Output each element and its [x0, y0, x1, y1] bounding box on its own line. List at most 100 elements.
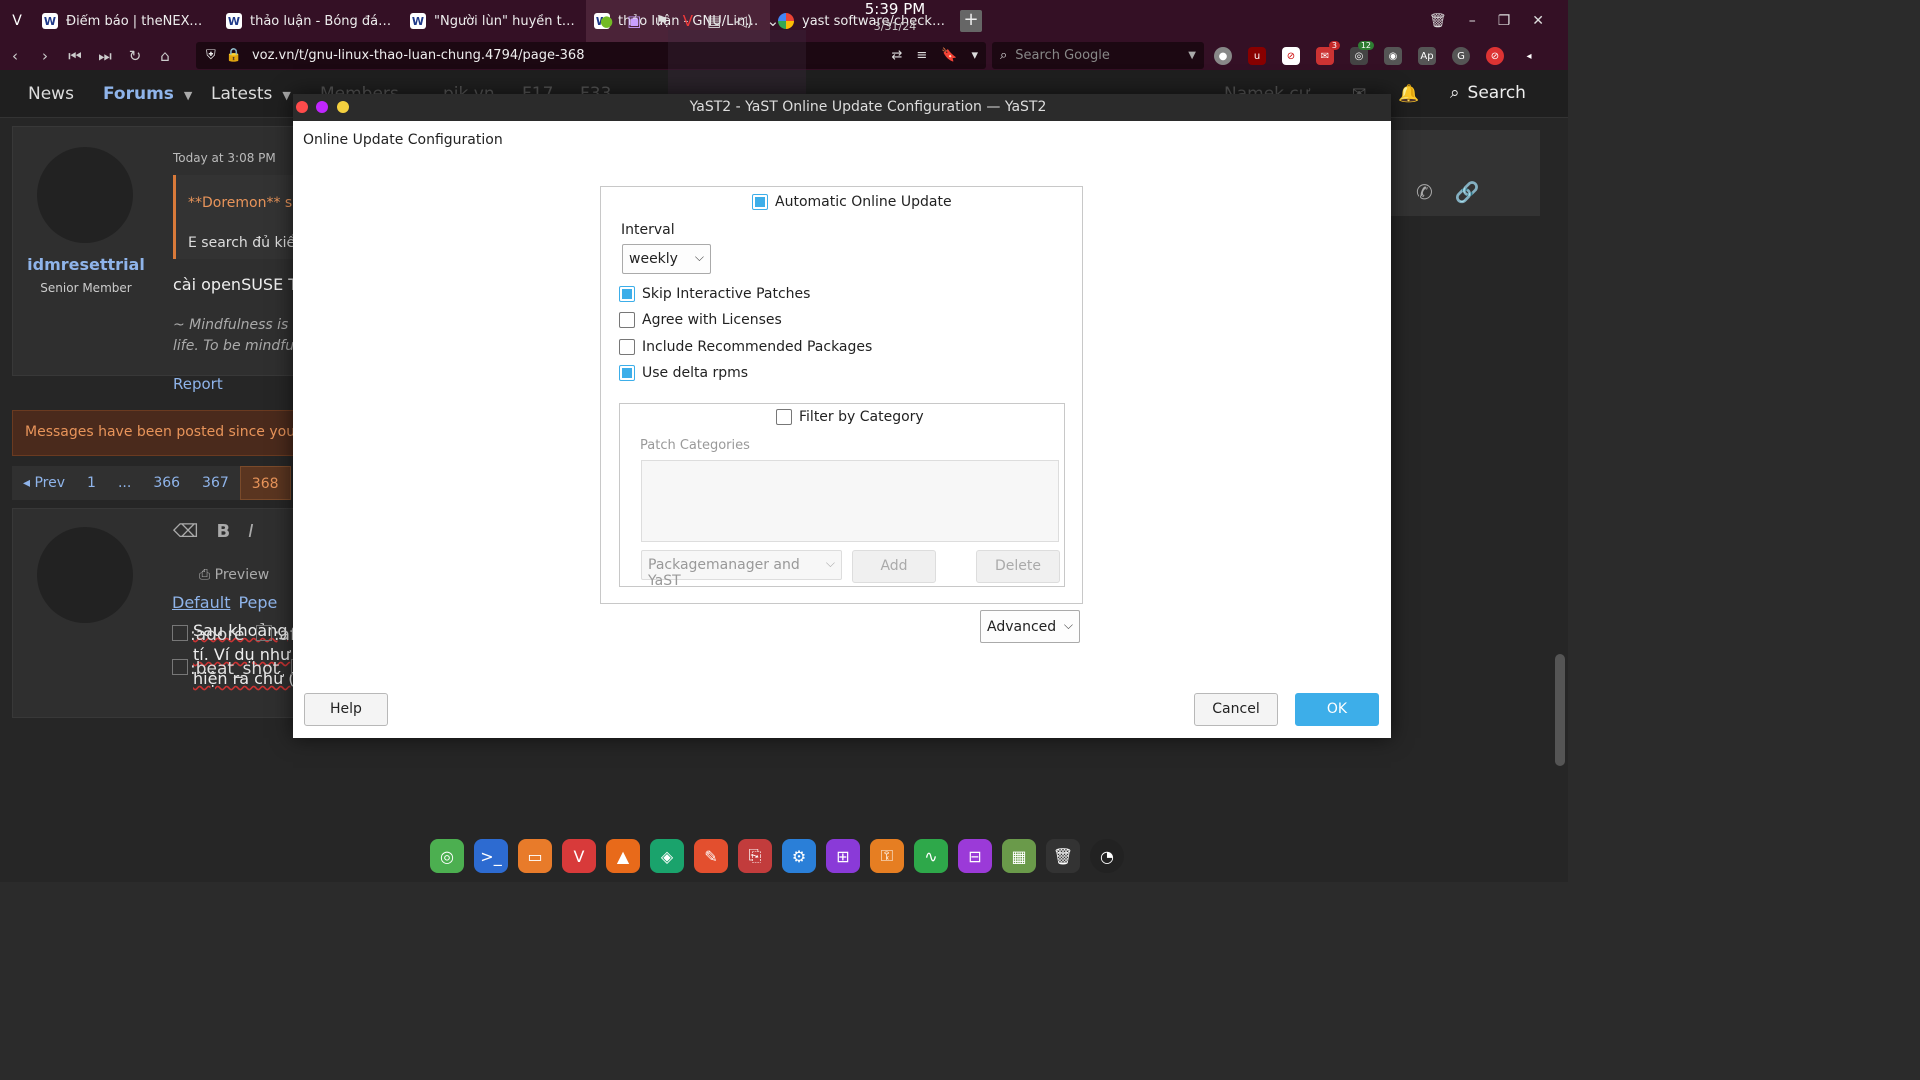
bell-icon[interactable]: 🔔: [1398, 84, 1419, 104]
search-engine-box[interactable]: ⌕ Search Google ▼: [992, 42, 1204, 69]
nav-latests[interactable]: Latests ▼: [211, 84, 291, 104]
chevron-down-icon[interactable]: ▼: [1188, 50, 1204, 61]
checkbox-checked[interactable]: [752, 194, 768, 210]
search-input[interactable]: Search Google: [1015, 48, 1110, 63]
network-dock-icon[interactable]: ◈: [650, 839, 684, 873]
clipboard-tray-icon[interactable]: ▣: [627, 12, 641, 30]
spy-extension-icon[interactable]: ◉: [1384, 47, 1402, 65]
browser-tab[interactable]: Wthảo luận - Bóng đá mùa (: [218, 0, 402, 42]
bag-dock-icon[interactable]: ⊟: [958, 839, 992, 873]
notes-tray-icon[interactable]: ▤: [707, 12, 721, 30]
opensuse-tray-icon[interactable]: ●: [600, 12, 613, 30]
preview-button[interactable]: ⎙ Preview: [199, 567, 269, 583]
settings-dock-icon[interactable]: ⚙: [782, 839, 816, 873]
whatsapp-icon[interactable]: ✆: [1416, 180, 1433, 204]
checkbox-unchecked[interactable]: [619, 339, 635, 355]
minimize-window-icon[interactable]: [337, 101, 349, 113]
redirect-extension-icon[interactable]: ⊘: [1486, 47, 1504, 65]
automatic-update-checkbox[interactable]: Automatic Online Update: [752, 194, 952, 210]
agree-licenses-checkbox[interactable]: Agree with Licenses: [619, 312, 782, 328]
emote-tab-pepe[interactable]: Pepe: [238, 593, 277, 612]
vivaldi-dock-icon[interactable]: V: [562, 839, 596, 873]
volume-tray-icon[interactable]: ◁): [735, 12, 752, 30]
checkbox-checked[interactable]: [619, 365, 635, 381]
browser-tab[interactable]: W Điểm báo | theNEXTvoz: [34, 0, 218, 42]
gauge-dock-icon[interactable]: ◔: [1090, 839, 1124, 873]
block-icon[interactable]: ⊘: [1282, 47, 1300, 65]
keepass-dock-icon[interactable]: ⚿: [870, 839, 904, 873]
github-extension-icon[interactable]: G: [1452, 47, 1470, 65]
include-recommended-checkbox[interactable]: Include Recommended Packages: [619, 339, 872, 355]
skip-interactive-patches-checkbox[interactable]: Skip Interactive Patches: [619, 286, 810, 302]
home-icon[interactable]: ⌂: [150, 47, 180, 65]
post-username[interactable]: idmresettrial: [13, 255, 159, 274]
vivaldi-menu-icon[interactable]: V: [0, 0, 34, 42]
avatar[interactable]: [37, 147, 133, 243]
reader-icon[interactable]: ≡: [916, 48, 927, 63]
advanced-menu-button[interactable]: Advanced ⌵: [980, 610, 1080, 643]
clock[interactable]: 5:39 PM 3/31/24: [862, 0, 928, 42]
emote-item[interactable]: :adore: [172, 625, 244, 645]
bold-icon[interactable]: B: [216, 521, 230, 542]
page-link[interactable]: 367: [191, 466, 240, 500]
network-tray-icon[interactable]: ⚑: [655, 12, 668, 30]
pdf-dock-icon[interactable]: ⎘: [738, 839, 772, 873]
chevron-down-icon[interactable]: ▼: [282, 89, 290, 102]
delta-rpms-checkbox[interactable]: Use delta rpms: [619, 365, 748, 381]
trash-icon[interactable]: 🗑: [1429, 13, 1447, 29]
link-icon[interactable]: 🔗: [1455, 180, 1480, 204]
rewind-icon[interactable]: ⏮: [60, 47, 90, 65]
ap-extension-icon[interactable]: Ap: [1418, 47, 1436, 65]
nav-forums[interactable]: Forums ▼: [103, 84, 192, 104]
profile-avatar-icon[interactable]: ●: [1214, 47, 1232, 65]
minimize-icon[interactable]: –: [1469, 13, 1476, 29]
current-page[interactable]: 368: [239, 466, 291, 500]
forum-search-button[interactable]: ⌕ Search: [1450, 83, 1526, 103]
page-scrollbar[interactable]: [1552, 118, 1568, 882]
sidebar-toggle-icon[interactable]: ◂: [1520, 47, 1538, 65]
expand-tray-icon[interactable]: ⌄: [767, 12, 780, 30]
ublock-icon[interactable]: u: [1248, 47, 1266, 65]
scrollbar-thumb[interactable]: [1555, 654, 1565, 766]
emote-item[interactable]: :beat_shot: [172, 659, 279, 679]
files-dock-icon[interactable]: ▭: [518, 839, 552, 873]
page-link[interactable]: 366: [142, 466, 192, 500]
nav-news[interactable]: News: [28, 84, 74, 104]
vlc-dock-icon[interactable]: ▲: [606, 839, 640, 873]
bookmark-icon[interactable]: 🔖: [941, 48, 957, 63]
emote-tab-default[interactable]: Default: [172, 593, 230, 612]
forward-icon[interactable]: ›: [30, 47, 60, 65]
page-link[interactable]: 1: [76, 466, 107, 500]
filter-by-category-checkbox[interactable]: Filter by Category: [776, 409, 924, 425]
address-bar[interactable]: ⛨ 🔒 voz.vn/t/gnu-linux-thao-luan-chung.4…: [196, 42, 986, 69]
vivaldi-tray-icon[interactable]: V: [683, 12, 693, 30]
translate-icon[interactable]: ⇄: [891, 48, 902, 63]
archive-dock-icon[interactable]: ▦: [1002, 839, 1036, 873]
chameleon-dock-icon[interactable]: ∿: [914, 839, 948, 873]
store-dock-icon[interactable]: ⊞: [826, 839, 860, 873]
cancel-button[interactable]: Cancel: [1194, 693, 1278, 726]
prev-page-link[interactable]: ◂ Prev: [12, 466, 77, 500]
browser-tab[interactable]: W "Người lùn" huyền thoại c: [402, 0, 586, 42]
editor-dock-icon[interactable]: ✎: [694, 839, 728, 873]
eraser-icon[interactable]: ⌫: [173, 521, 198, 542]
checkbox-checked[interactable]: [619, 286, 635, 302]
checkbox-unchecked[interactable]: [619, 312, 635, 328]
extension-badge-icon[interactable]: ◎ 12: [1350, 41, 1374, 65]
close-icon[interactable]: ✕: [1532, 13, 1544, 29]
chevron-down-icon[interactable]: ▼: [184, 89, 192, 102]
fast-forward-icon[interactable]: ⏭: [90, 47, 120, 65]
trash-dock-icon[interactable]: 🗑: [1046, 839, 1080, 873]
shield-icon[interactable]: ⛨: [206, 48, 216, 63]
help-button[interactable]: Help: [304, 693, 388, 726]
back-icon[interactable]: ‹: [0, 47, 30, 65]
checkbox-unchecked[interactable]: [776, 409, 792, 425]
dialog-titlebar[interactable]: YaST2 - YaST Online Update Configuration…: [293, 94, 1391, 121]
maximize-window-icon[interactable]: [316, 101, 328, 113]
reload-icon[interactable]: ↻: [120, 47, 150, 65]
interval-select[interactable]: weekly ⌵: [622, 244, 711, 274]
restore-icon[interactable]: ❐: [1498, 13, 1511, 29]
page-ellipsis[interactable]: ...: [106, 466, 143, 500]
post-time[interactable]: Today at 3:08 PM: [173, 151, 276, 165]
report-link[interactable]: Report: [173, 375, 223, 393]
